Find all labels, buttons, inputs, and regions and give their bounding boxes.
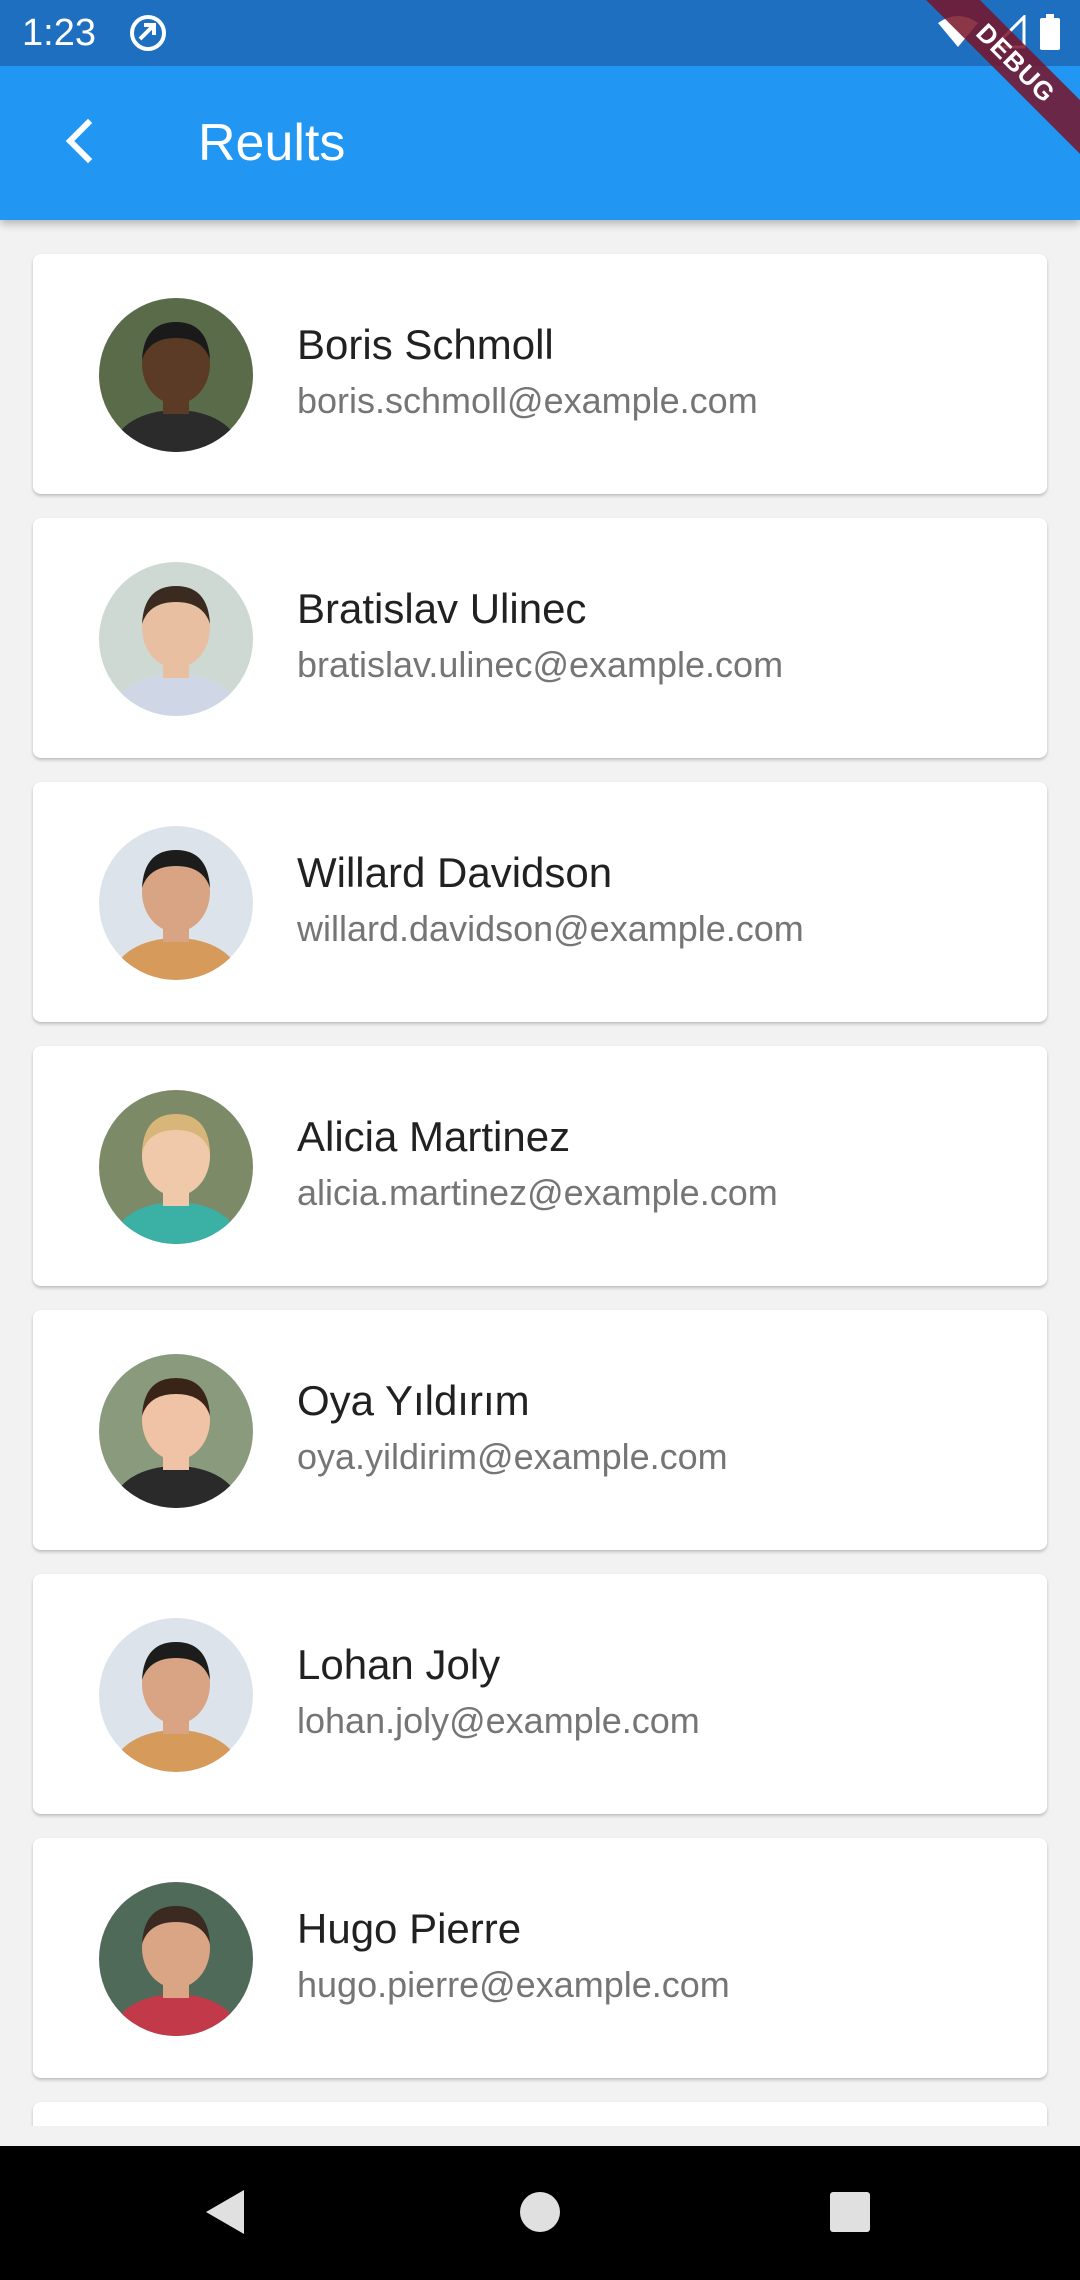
app-notification-icon — [128, 13, 168, 53]
result-card[interactable]: Hugo Pierre hugo.pierre@example.com — [33, 1838, 1047, 2078]
result-card[interactable]: Oya Yıldırım oya.yildirim@example.com — [33, 1310, 1047, 1550]
nav-back-button[interactable] — [194, 2182, 258, 2246]
result-card[interactable]: Alicia Martinez alicia.martinez@example.… — [33, 1046, 1047, 1286]
back-triangle-icon — [204, 2188, 248, 2241]
result-email: bratislav.ulinec@example.com — [297, 644, 784, 685]
result-name: Oya Yıldırım — [297, 1377, 530, 1424]
recents-square-icon — [829, 2191, 871, 2238]
avatar-portrait — [99, 1354, 253, 1508]
system-nav-bar — [0, 2146, 1080, 2280]
cell-signal-icon — [990, 12, 1026, 54]
result-card[interactable]: Bratislav Ulinec bratislav.ulinec@exampl… — [33, 518, 1047, 758]
back-button[interactable] — [40, 103, 120, 183]
screen: 1:23 DEBUG Reults Boris Schmoll boris.sc… — [0, 0, 1080, 2280]
result-name: Alicia Martinez — [297, 1113, 571, 1160]
nav-recents-button[interactable] — [818, 2182, 882, 2246]
avatar-portrait — [99, 1090, 253, 1244]
avatar-portrait — [99, 298, 253, 452]
status-bar: 1:23 — [0, 0, 1080, 66]
avatar-portrait — [99, 562, 253, 716]
result-email: boris.schmoll@example.com — [297, 380, 758, 421]
result-email: willard.davidson@example.com — [297, 908, 804, 949]
result-card[interactable]: Boris Schmoll boris.schmoll@example.com — [33, 254, 1047, 494]
result-email: hugo.pierre@example.com — [297, 1964, 730, 2005]
avatar-portrait — [99, 1618, 253, 1772]
result-name: Hugo Pierre — [297, 1905, 522, 1952]
app-bar: Reults — [0, 66, 1080, 220]
avatar-portrait — [99, 826, 253, 980]
result-name: Bratislav Ulinec — [297, 585, 587, 632]
result-name: Willard Davidson — [297, 849, 613, 896]
wifi-icon — [938, 15, 978, 54]
avatar — [99, 1882, 253, 2036]
battery-icon — [1040, 13, 1060, 55]
status-time: 1:23 — [22, 12, 96, 54]
avatar — [99, 298, 253, 452]
avatar — [99, 1618, 253, 1772]
result-card[interactable]: Willard Davidson willard.davidson@exampl… — [33, 782, 1047, 1022]
result-card-partial[interactable] — [33, 2102, 1047, 2126]
nav-home-button[interactable] — [508, 2182, 572, 2246]
result-card[interactable]: Lohan Joly lohan.joly@example.com — [33, 1574, 1047, 1814]
avatar — [99, 1354, 253, 1508]
results-list[interactable]: Boris Schmoll boris.schmoll@example.com … — [0, 220, 1080, 2126]
avatar — [99, 1090, 253, 1244]
result-email: lohan.joly@example.com — [297, 1700, 700, 1741]
avatar-portrait — [99, 1882, 253, 2036]
status-icons — [938, 12, 1060, 55]
result-email: oya.yildirim@example.com — [297, 1436, 728, 1477]
chevron-left-icon — [60, 117, 100, 170]
result-name: Boris Schmoll — [297, 321, 554, 368]
result-email: alicia.martinez@example.com — [297, 1172, 778, 1213]
avatar — [99, 826, 253, 980]
result-name: Lohan Joly — [297, 1641, 501, 1688]
avatar — [99, 562, 253, 716]
page-title: Reults — [198, 114, 346, 172]
home-circle-icon — [518, 2190, 562, 2239]
